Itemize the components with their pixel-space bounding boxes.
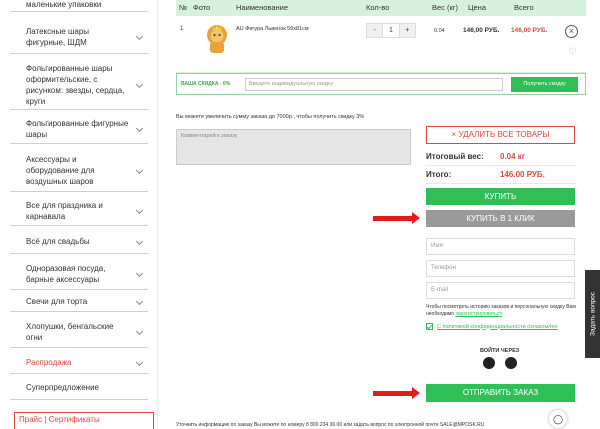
name-field[interactable]: Имя	[426, 238, 575, 255]
discount-hint: Вы можете увеличить сумму заказа до 7000…	[176, 114, 365, 120]
header-qty: Кол-во	[366, 3, 390, 12]
sidebar-item-sale[interactable]: Распродажа	[10, 352, 148, 374]
product-name[interactable]: AU Фигура Львенок 56х81см	[236, 26, 309, 32]
header-total: Всего	[514, 3, 534, 12]
total-row: Итого: 146.00 РУБ.	[426, 170, 545, 179]
chevron-down-icon[interactable]	[135, 166, 144, 174]
row-total: 146,00 РУБ.	[511, 27, 548, 34]
cart-table-header: № Фото Наименование Кол-во Вес (кг) Цена…	[176, 0, 586, 16]
qty-input[interactable]: 1	[382, 24, 400, 37]
chevron-down-icon[interactable]	[135, 297, 144, 305]
sidebar-item[interactable]: маленькие упаковки	[10, 0, 148, 12]
chevron-down-icon[interactable]	[135, 80, 144, 88]
close-icon: ×	[451, 130, 457, 139]
register-link[interactable]: зарегистрироваться	[455, 311, 502, 317]
total-weight-row: Итоговый вес: 0.04 кг	[426, 152, 526, 161]
chevron-down-icon[interactable]	[135, 327, 144, 335]
discount-label: ВАША СКИДКА - 0%	[181, 81, 231, 87]
chevron-down-icon[interactable]	[135, 206, 144, 214]
submit-order-button[interactable]: ОТПРАВИТЬ ЗАКАЗ	[426, 384, 575, 402]
ask-question-tab[interactable]: Задать вопрос	[585, 270, 600, 358]
row-price: 146,00 РУБ.	[463, 27, 500, 34]
buy-one-click-button[interactable]: КУПИТЬ В 1 КЛИК	[426, 210, 575, 227]
discount-bar: ВАША СКИДКА - 0% Введите индивидуальную …	[176, 73, 586, 95]
header-price: Цена	[468, 3, 487, 12]
row-weight: 0.04	[434, 28, 445, 34]
divider	[426, 183, 576, 184]
arrow-annotation	[373, 212, 420, 224]
chevron-down-icon[interactable]	[135, 124, 144, 132]
quantity-stepper: - 1 +	[366, 23, 416, 38]
sidebar-item[interactable]: Аксессуары и оборудование для воздушных …	[10, 150, 148, 192]
product-image[interactable]	[204, 24, 230, 54]
sidebar-item[interactable]: Фольгированные шары оформительские, с ри…	[10, 60, 148, 110]
sidebar-item[interactable]: Всё для свадьбы	[10, 230, 148, 254]
chevron-down-icon[interactable]	[135, 32, 144, 40]
privacy-checkbox[interactable]	[426, 323, 433, 330]
table-row: 1 AU Фигура Львенок 56х81см - 1 + 0.04 1…	[176, 16, 586, 72]
contact-note: Уточнить информацию по заказу Вы можете …	[176, 422, 485, 428]
remove-item-icon[interactable]: ×	[565, 25, 578, 38]
clear-cart-button[interactable]: × УДАЛИТЬ ВСЕ ТОВАРЫ	[426, 126, 575, 144]
sidebar-item[interactable]: Суперпредложение	[10, 376, 148, 400]
category-sidebar: маленькие упаковки Латексные шары фигурн…	[0, 0, 158, 429]
heart-icon[interactable]: ♡	[568, 47, 577, 58]
chevron-down-icon[interactable]	[135, 269, 144, 277]
privacy-policy-link[interactable]: С политикой конфиденциальности ознакомле…	[437, 324, 557, 330]
comment-textarea[interactable]: Комментарий к заказу	[176, 129, 411, 165]
price-certificates-links[interactable]: Прайс | Сертификаты	[14, 412, 154, 429]
divider	[426, 165, 576, 166]
total-weight-value: 0.04 кг	[500, 152, 526, 161]
header-photo: Фото	[193, 3, 211, 12]
social-login-icon[interactable]	[505, 357, 517, 369]
qty-minus-button[interactable]: -	[367, 24, 383, 37]
arrow-annotation	[373, 387, 420, 399]
phone-field[interactable]: Телефон	[426, 260, 575, 277]
sidebar-item[interactable]: Одноразовая посуда, барные аксессуары	[10, 258, 148, 290]
chat-icon[interactable]: ◯	[549, 410, 567, 428]
total-value: 146.00 РУБ.	[500, 170, 545, 179]
qty-plus-button[interactable]: +	[399, 24, 415, 37]
cart-main: № Фото Наименование Кол-во Вес (кг) Цена…	[170, 0, 586, 429]
header-name: Наименование	[236, 3, 288, 12]
sidebar-item[interactable]: Латексные шары фигурные, ШДМ	[10, 20, 148, 54]
chevron-down-icon[interactable]	[135, 237, 144, 245]
sidebar-item[interactable]: Все для праздника и карнавала	[10, 196, 148, 226]
sidebar-item[interactable]: Хлопушки, бенгальские огни	[10, 316, 148, 348]
header-num: №	[179, 3, 188, 12]
buy-button[interactable]: КУПИТЬ	[426, 188, 575, 205]
row-number: 1	[180, 26, 184, 32]
sidebar-item[interactable]: Фольгированные фигурные шары	[10, 114, 148, 144]
header-weight: Вес (кг)	[432, 3, 459, 12]
register-hint: Чтобы посмотреть историю заказов и персо…	[426, 304, 576, 317]
discount-input[interactable]: Введите индивидуальную скидку	[245, 78, 503, 91]
email-field[interactable]: E-mail	[426, 282, 575, 299]
privacy-policy-row: С политикой конфиденциальности ознакомле…	[426, 323, 586, 330]
sidebar-item[interactable]: Свечи для торта	[10, 292, 148, 312]
chevron-down-icon[interactable]	[135, 358, 144, 366]
get-discount-button[interactable]: Получить скидку	[511, 77, 578, 92]
social-login-icon[interactable]	[483, 357, 495, 369]
login-via-label: ВОЙТИ ЧЕРЕЗ	[480, 348, 520, 354]
